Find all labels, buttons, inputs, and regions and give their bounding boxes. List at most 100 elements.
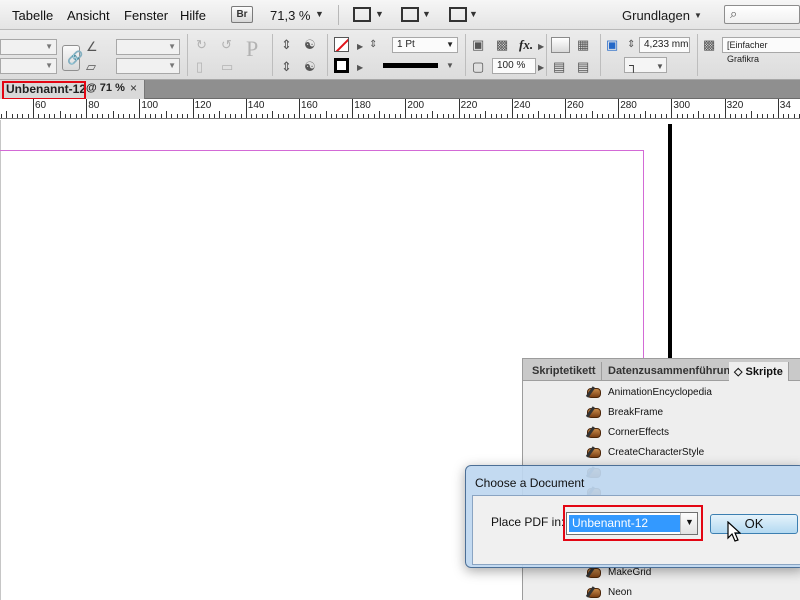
flip-horizontal-icon[interactable]: ▯ bbox=[196, 60, 203, 74]
fx-icon[interactable]: fx. bbox=[519, 38, 533, 52]
select-content-icon[interactable]: ☯ bbox=[304, 38, 316, 52]
place-pdf-label: Place PDF in: bbox=[491, 515, 565, 529]
search-input[interactable]: ⌕ bbox=[724, 5, 800, 24]
ruler-tick bbox=[442, 114, 444, 118]
stroke-type-dropdown-icon[interactable]: ▼ bbox=[446, 59, 454, 73]
dimension-stepper-icon[interactable]: ⇕ bbox=[627, 38, 635, 52]
ruler-tick bbox=[299, 99, 300, 118]
menu-ansicht[interactable]: Ansicht bbox=[67, 8, 110, 23]
rotate-ccw-icon[interactable]: ↺ bbox=[221, 38, 232, 52]
arrange-documents-icon[interactable] bbox=[449, 7, 467, 22]
ruler-tick bbox=[91, 114, 93, 118]
wrap-jump-icon[interactable]: ▤ bbox=[577, 60, 589, 74]
corner-shape-dropdown-icon[interactable]: ▼ bbox=[656, 60, 664, 74]
wrap-contour-icon[interactable]: ▤ bbox=[553, 60, 565, 74]
tab-skripte[interactable]: ◇ Skripte bbox=[729, 362, 789, 381]
y-position-field[interactable]: ▼ bbox=[0, 58, 57, 74]
wrap-bounding-box-icon[interactable]: ▦ bbox=[577, 38, 589, 52]
ruler-tick bbox=[38, 114, 40, 118]
ruler-tick bbox=[745, 114, 747, 118]
effects-icon[interactable]: ▩ bbox=[496, 38, 508, 52]
rotate-cw-icon[interactable]: ↻ bbox=[196, 38, 207, 52]
menu-fenster[interactable]: Fenster bbox=[124, 8, 168, 23]
workspace-dropdown-icon[interactable]: ▼ bbox=[694, 11, 702, 20]
opacity-field[interactable]: 100 % bbox=[492, 58, 536, 74]
screen-mode-dropdown-icon[interactable]: ▼ bbox=[422, 9, 431, 19]
ruler-tick bbox=[118, 114, 120, 118]
view-options-dropdown-icon[interactable]: ▼ bbox=[375, 9, 384, 19]
rotation-field[interactable]: ▼ bbox=[116, 39, 180, 55]
ruler-tick bbox=[596, 114, 598, 118]
ruler-tick bbox=[602, 114, 604, 118]
wrap-none-button[interactable] bbox=[551, 37, 570, 53]
zoom-dropdown-icon[interactable]: ▼ bbox=[315, 9, 324, 19]
paragraph-icon[interactable]: P bbox=[246, 38, 258, 60]
ruler-tick bbox=[96, 114, 98, 118]
ruler-tick bbox=[655, 114, 657, 118]
script-name: MakeGrid bbox=[608, 567, 652, 578]
ruler-tick bbox=[421, 114, 423, 118]
corner-size-field[interactable]: 4,233 mm bbox=[639, 37, 690, 53]
ok-button[interactable]: OK bbox=[710, 514, 798, 534]
ruler-tick bbox=[102, 114, 104, 118]
ruler-tick bbox=[538, 111, 540, 118]
ruler-tick bbox=[378, 111, 380, 118]
select-previous-icon[interactable]: ⇕ bbox=[281, 60, 292, 74]
ruler-tick bbox=[320, 114, 322, 118]
select-container-icon[interactable]: ⇕ bbox=[281, 38, 292, 52]
select-next-icon[interactable]: ☯ bbox=[304, 60, 316, 74]
ruler-tick bbox=[80, 114, 82, 118]
opacity-icon[interactable]: ▢ bbox=[472, 60, 484, 74]
ruler-tick bbox=[336, 114, 338, 118]
stroke-weight-field[interactable]: 1 Pt ▼ bbox=[392, 37, 458, 53]
margin-guide-top bbox=[0, 150, 643, 151]
tab-datenzusammenfuehrung[interactable]: Datenzusammenführung bbox=[603, 362, 743, 381]
flip-vertical-icon[interactable]: ▭ bbox=[221, 60, 233, 74]
fill-dropdown-icon[interactable]: ▶ bbox=[357, 40, 363, 54]
zoom-level[interactable]: 71,3 % bbox=[270, 8, 310, 23]
workspace-switcher[interactable]: Grundlagen bbox=[622, 8, 690, 23]
menu-tabelle[interactable]: Tabelle bbox=[12, 8, 53, 23]
menu-hilfe[interactable]: Hilfe bbox=[180, 8, 206, 23]
ruler-tick bbox=[517, 114, 519, 118]
screen-mode-icon[interactable] bbox=[401, 7, 419, 22]
ruler-tick bbox=[134, 114, 136, 118]
ruler-tick bbox=[33, 99, 34, 118]
view-options-icon[interactable] bbox=[353, 7, 371, 22]
control-separator bbox=[697, 34, 698, 76]
drop-shadow-icon[interactable]: ▣ bbox=[472, 38, 484, 52]
opacity-dropdown-icon[interactable]: ▶ bbox=[538, 61, 544, 75]
ruler-tick bbox=[543, 114, 545, 118]
object-style-field[interactable]: [Einfacher Grafikra bbox=[722, 37, 800, 64]
ruler-tick bbox=[11, 114, 13, 118]
horizontal-ruler[interactable]: 60 80 100 120 140 160 180 200 220 240 260 280 300 320… bbox=[0, 99, 800, 119]
arrange-dropdown-icon[interactable]: ▼ bbox=[469, 9, 478, 19]
fx-dropdown-icon[interactable]: ▶ bbox=[538, 40, 544, 54]
stroke-dropdown-icon[interactable]: ▶ bbox=[357, 61, 363, 75]
ruler-tick bbox=[777, 99, 779, 118]
script-list-item[interactable]: AnimationEncyclopedia bbox=[523, 383, 800, 403]
ruler-tick bbox=[171, 114, 173, 118]
stroke-weight-stepper-icon[interactable]: ⇕ bbox=[369, 38, 377, 52]
mouse-cursor-icon bbox=[727, 521, 741, 542]
control-separator bbox=[272, 34, 273, 76]
ruler-tick bbox=[166, 111, 167, 118]
script-list-item[interactable]: CornerEffects bbox=[523, 423, 800, 443]
ruler-tick bbox=[714, 114, 715, 118]
close-icon[interactable]: × bbox=[130, 81, 137, 95]
x-position-field[interactable]: ▼ bbox=[0, 39, 57, 55]
ruler-tick bbox=[735, 114, 737, 118]
shear-field[interactable]: ▼ bbox=[116, 58, 180, 74]
stroke-swatch[interactable] bbox=[334, 58, 349, 73]
tab-skriptetikett[interactable]: Skriptetikett bbox=[527, 362, 602, 381]
object-style-icon[interactable]: ▩ bbox=[703, 38, 715, 52]
ruler-tick bbox=[197, 114, 199, 118]
bridge-button[interactable]: Br bbox=[231, 6, 253, 23]
script-list-item[interactable]: BreakFrame bbox=[523, 403, 800, 423]
stroke-type-preview[interactable] bbox=[383, 63, 438, 68]
frame-fitting-icon[interactable]: ▣ bbox=[606, 38, 618, 52]
fill-swatch[interactable] bbox=[334, 37, 349, 52]
script-list-item[interactable]: Neon bbox=[523, 583, 800, 600]
script-list-item[interactable]: CreateCharacterStyle bbox=[523, 443, 800, 463]
constrain-proportions-button[interactable]: 🔗 bbox=[62, 45, 83, 71]
